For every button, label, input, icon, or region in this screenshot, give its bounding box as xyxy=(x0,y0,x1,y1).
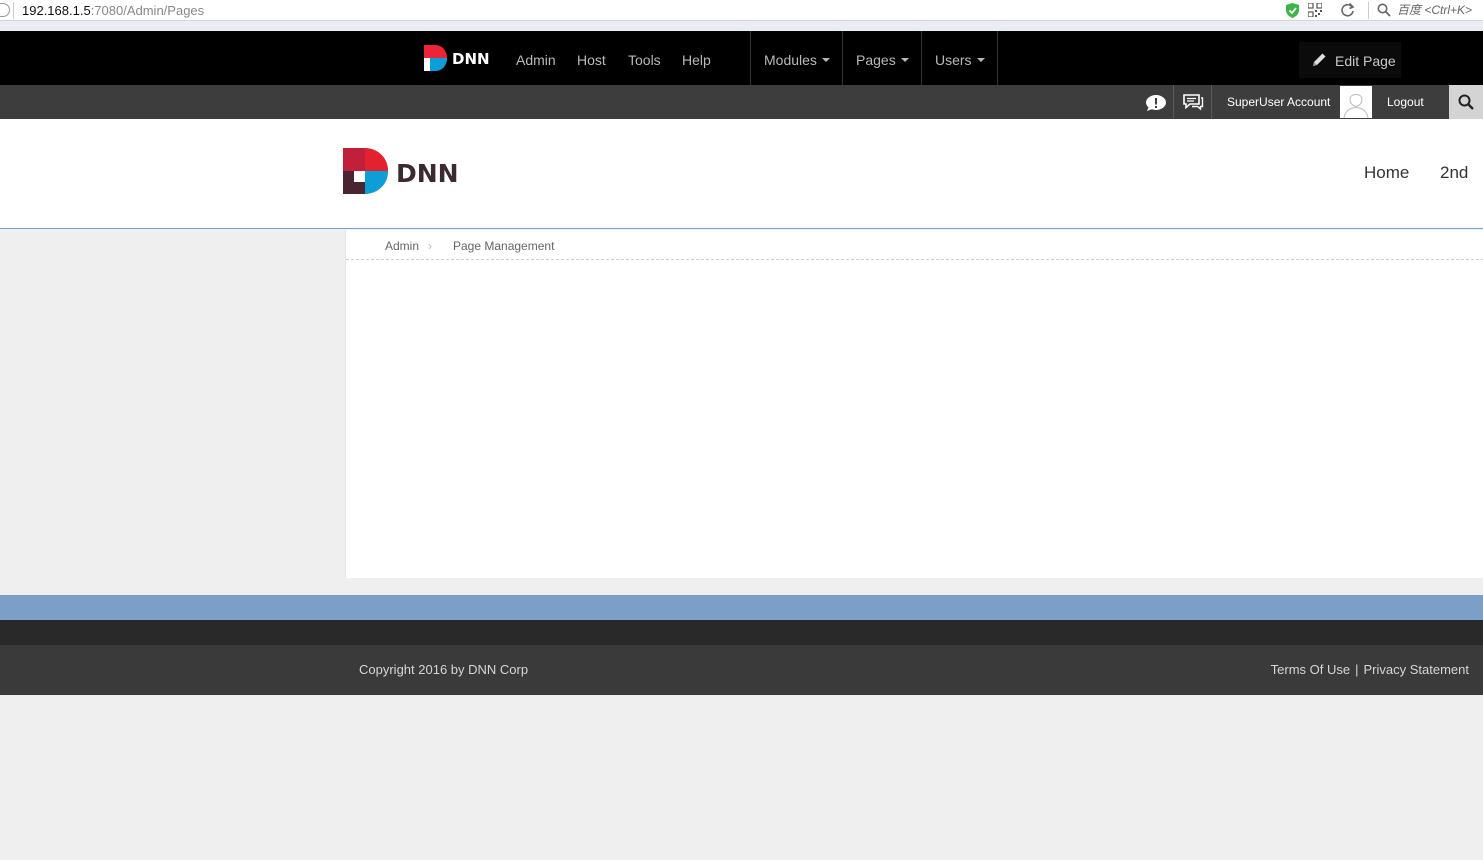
notification-icon[interactable] xyxy=(1145,94,1167,112)
page-background xyxy=(0,695,1483,860)
divider xyxy=(1173,85,1174,119)
breadcrumb-admin[interactable]: Admin xyxy=(385,239,419,253)
chevron-right-icon: › xyxy=(428,239,432,253)
content-pane: Admin › Page Management xyxy=(345,230,1483,578)
footer-separator: | xyxy=(1355,662,1359,677)
divider xyxy=(1211,85,1212,119)
nav-tools[interactable]: Tools xyxy=(628,31,661,85)
messages-icon[interactable] xyxy=(1182,93,1204,111)
avatar[interactable] xyxy=(1340,86,1372,118)
footer-dark-band xyxy=(0,620,1483,645)
modules-label: Modules xyxy=(764,52,817,68)
url-host: 192.168.1.5 xyxy=(22,3,91,18)
nav-host[interactable]: Host xyxy=(577,31,606,85)
menu-home[interactable]: Home xyxy=(1364,163,1409,183)
user-control-bar: SuperUser Account Logout xyxy=(0,85,1483,119)
search-icon xyxy=(1458,94,1474,110)
users-label: Users xyxy=(935,52,972,68)
nav-admin[interactable]: Admin xyxy=(516,31,556,85)
site-logo-text: DNN xyxy=(396,159,459,188)
divider xyxy=(1368,2,1369,19)
edit-page-label: Edit Page xyxy=(1335,53,1396,69)
pages-label: Pages xyxy=(856,52,896,68)
shield-icon[interactable] xyxy=(1286,3,1299,18)
site-logo[interactable]: DNN xyxy=(343,148,465,194)
footer-accent-band xyxy=(0,595,1483,620)
toolbar-gap xyxy=(0,22,1483,31)
chevron-down-icon xyxy=(900,58,909,63)
menu-2nd[interactable]: 2nd xyxy=(1440,163,1468,183)
edit-page-button[interactable]: Edit Page xyxy=(1299,42,1401,78)
chevron-down-icon xyxy=(976,58,985,63)
chevron-down-icon xyxy=(821,58,830,63)
nav-help[interactable]: Help xyxy=(682,31,711,85)
user-account-link[interactable]: SuperUser Account xyxy=(1227,95,1330,109)
divider xyxy=(13,2,14,19)
footer: Copyright 2016 by DNN Corp Terms Of Use |… xyxy=(0,645,1483,695)
privacy-statement-link[interactable]: Privacy Statement xyxy=(1364,662,1470,677)
footer-links: Terms Of Use | Privacy Statement xyxy=(1271,662,1469,677)
browser-address-bar: 192.168.1.5:7080/Admin/Pages 百度 <Ctrl+K> xyxy=(0,0,1483,21)
nav-dropdown-group: Modules Pages Users xyxy=(750,31,998,85)
site-header: DNN Home 2nd xyxy=(0,119,1483,229)
dnn-logo[interactable]: DNN xyxy=(423,44,489,72)
admin-top-nav: DNN Admin Host Tools Help Modules Pages … xyxy=(0,31,1483,85)
search-icon[interactable] xyxy=(1377,3,1391,17)
url-field[interactable]: 192.168.1.5:7080/Admin/Pages xyxy=(22,3,204,18)
site-info-icon[interactable] xyxy=(0,3,10,17)
copyright-text: Copyright 2016 by DNN Corp xyxy=(359,662,529,677)
nav-pages-dropdown[interactable]: Pages xyxy=(843,31,922,85)
terms-of-use-link[interactable]: Terms Of Use xyxy=(1271,662,1350,677)
dnn-logo-text: DNN xyxy=(452,50,489,68)
search-button[interactable] xyxy=(1449,85,1483,119)
pencil-icon xyxy=(1313,53,1326,66)
nav-users-dropdown[interactable]: Users xyxy=(922,31,997,85)
spacer xyxy=(0,578,1483,595)
url-path: :7080/Admin/Pages xyxy=(90,3,205,18)
divider xyxy=(346,259,1483,260)
qr-code-icon[interactable] xyxy=(1308,3,1322,17)
nav-modules-dropdown[interactable]: Modules xyxy=(751,31,843,85)
left-pane xyxy=(0,230,345,578)
browser-search-input[interactable]: 百度 <Ctrl+K> xyxy=(1397,3,1472,18)
logout-link[interactable]: Logout xyxy=(1387,95,1424,109)
reload-icon[interactable] xyxy=(1340,2,1355,18)
breadcrumb-page-management[interactable]: Page Management xyxy=(453,239,554,253)
